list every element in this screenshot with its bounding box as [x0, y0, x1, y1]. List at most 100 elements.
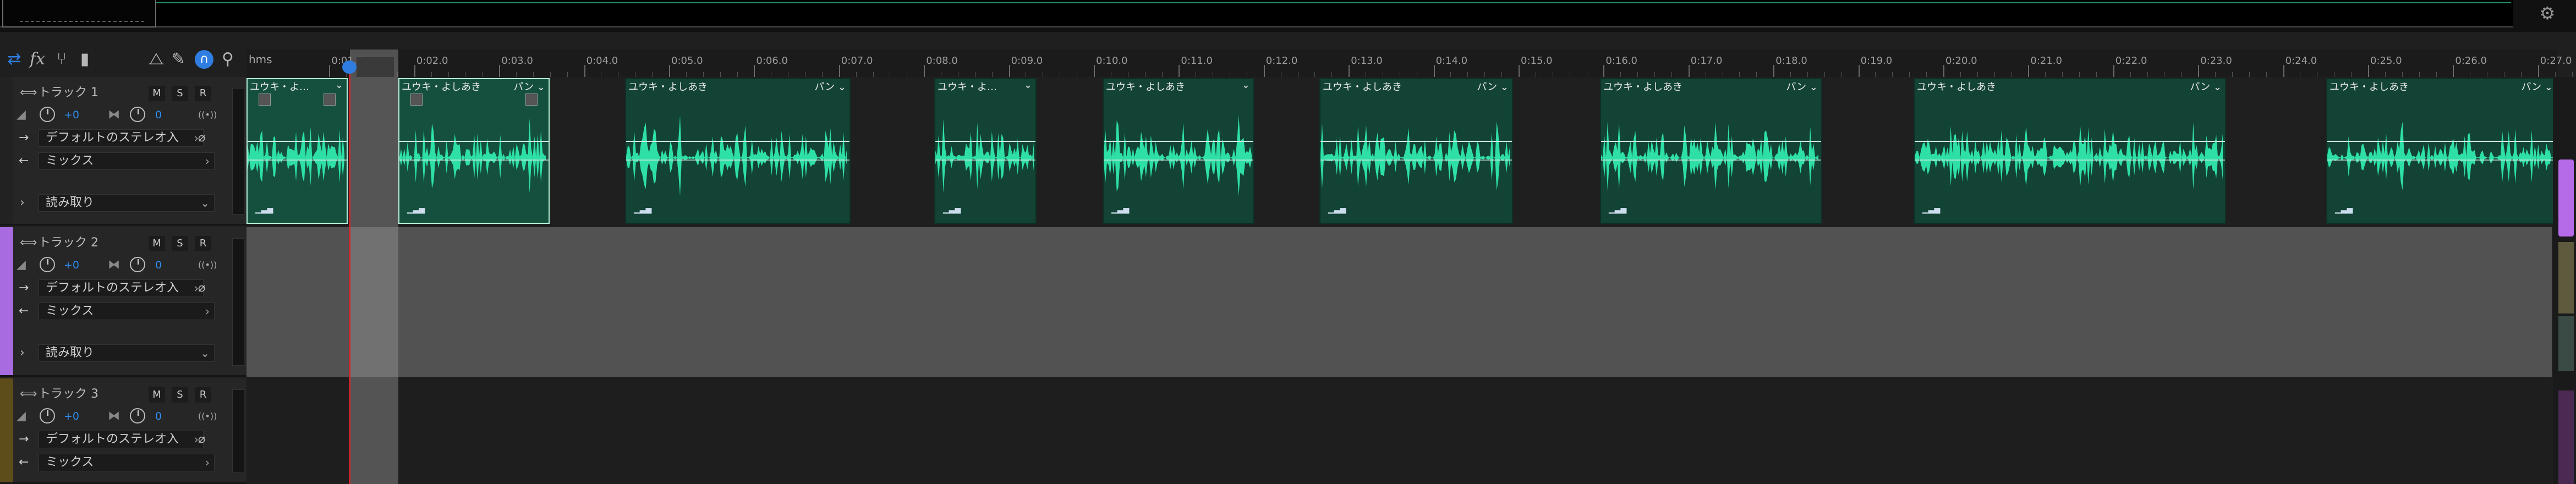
volume-envelope-line[interactable]: [2327, 141, 2556, 142]
volume-envelope-line[interactable]: [1915, 141, 2225, 142]
track-lane-2[interactable]: [246, 227, 2552, 377]
time-selection[interactable]: [350, 50, 398, 484]
audio-clip[interactable]: ユウキ・よしあき パン ⌄ ▁▃▅: [398, 78, 550, 224]
phase-invert-icon[interactable]: ⌀: [198, 429, 205, 450]
pan-knob[interactable]: [130, 257, 145, 272]
drag-handle-icon[interactable]: ⟺: [20, 384, 37, 405]
track-name[interactable]: トラック 3: [39, 384, 98, 405]
branch-icon[interactable]: ⑂: [51, 48, 73, 70]
pan-value[interactable]: 0: [155, 406, 162, 427]
record-button[interactable]: R: [195, 236, 211, 251]
audio-clip[interactable]: ユウキ・よしあき ⌄ ▁▃▅: [1103, 78, 1254, 224]
clip-menu[interactable]: パン ⌄: [1786, 79, 1818, 94]
fade-in-handle-icon[interactable]: [259, 94, 271, 106]
pan-envelope-line[interactable]: [1104, 160, 1253, 161]
track-name[interactable]: トラック 1: [39, 82, 98, 103]
monitor-icon[interactable]: ((•)): [198, 105, 217, 125]
audio-clip[interactable]: ユウキ・よしあき パン ⌄ ▁▃▅: [625, 78, 851, 224]
volume-envelope-line[interactable]: [935, 141, 1035, 142]
volume-envelope-line[interactable]: [1104, 141, 1253, 142]
clip-menu[interactable]: パン ⌄: [814, 79, 846, 94]
clip-menu[interactable]: パン ⌄: [2190, 79, 2222, 94]
volume-value[interactable]: +0: [64, 105, 79, 125]
pan-envelope-line[interactable]: [248, 160, 347, 161]
expand-icon[interactable]: ›: [20, 343, 25, 364]
automation-dropdown[interactable]: 読み取り ⌄: [39, 194, 215, 212]
pan-value[interactable]: 0: [155, 105, 162, 125]
input-dropdown[interactable]: ミックス ›: [39, 152, 215, 170]
mute-button[interactable]: M: [149, 236, 165, 251]
record-button[interactable]: R: [195, 387, 211, 403]
audio-clip[interactable]: ユウキ・よしあき パン ⌄ ▁▃▅: [1914, 78, 2226, 224]
selection-handle[interactable]: [357, 57, 394, 77]
audio-clip[interactable]: ユウキ・よしあき パン ⌄ ▁▃▅: [1600, 78, 1822, 224]
mute-button[interactable]: M: [149, 86, 165, 101]
output-dropdown[interactable]: デフォルトのステレオ入 ›: [39, 129, 204, 147]
pan-envelope-line[interactable]: [2327, 160, 2556, 161]
playhead-cursor[interactable]: [349, 62, 350, 484]
vertical-scrollbar[interactable]: [2553, 77, 2576, 484]
volume-envelope-line[interactable]: [399, 141, 549, 142]
monitor-icon[interactable]: ((•)): [198, 406, 217, 427]
output-dropdown[interactable]: デフォルトのステレオ入 ›: [39, 279, 204, 297]
audio-clip[interactable]: ユウキ・よ… ⌄ ▁▃▅: [934, 78, 1037, 224]
volume-envelope-line[interactable]: [626, 141, 849, 142]
meter-icon[interactable]: ▮: [74, 48, 96, 70]
overview-viewport[interactable]: [2, 0, 156, 28]
phase-invert-icon[interactable]: ⌀: [198, 128, 205, 148]
track-lane-1[interactable]: ユウキ・よ… ⌄ ▁▃▅ ユウキ・よしあき パン ⌄ ▁▃▅ ユウキ・よしあき …: [246, 77, 2557, 226]
volume-value[interactable]: +0: [64, 255, 79, 276]
track-name[interactable]: トラック 2: [39, 233, 98, 254]
loop-icon[interactable]: ⇄: [3, 48, 25, 70]
volume-value[interactable]: +0: [64, 406, 79, 427]
phase-invert-icon[interactable]: ⌀: [198, 278, 205, 299]
audio-clip[interactable]: ユウキ・よしあき パン ⌄ ▁▃▅: [2326, 78, 2557, 224]
input-dropdown[interactable]: ミックス ›: [39, 302, 215, 320]
pan-envelope-line[interactable]: [1601, 160, 1821, 161]
solo-button[interactable]: S: [172, 387, 188, 403]
clip-menu[interactable]: ⌄: [335, 79, 343, 91]
track-header-1[interactable]: ⟺ トラック 1 M S R ◢ +0 ⧓ 0 ((•)) → デフォルトのステ…: [0, 77, 246, 226]
marker-icon[interactable]: ⚲: [217, 48, 239, 70]
track-header-2[interactable]: ⟺ トラック 2 M S R ◢ +0 ⧓ 0 ((•)) → デフォルトのステ…: [0, 227, 246, 377]
zoom-settings-icon[interactable]: ⚙: [2535, 2, 2559, 24]
pan-envelope-line[interactable]: [399, 160, 549, 161]
drag-handle-icon[interactable]: ⟺: [20, 233, 37, 254]
clip-menu[interactable]: パン ⌄: [2521, 79, 2553, 94]
volume-envelope-line[interactable]: [1601, 141, 1821, 142]
volume-knob[interactable]: [40, 408, 55, 424]
pencil-icon[interactable]: ✎: [167, 48, 189, 70]
fade-in-handle-icon[interactable]: [410, 94, 423, 106]
solo-button[interactable]: S: [172, 86, 188, 101]
playhead-handle[interactable]: [342, 61, 357, 74]
pan-knob[interactable]: [130, 107, 145, 122]
fx-icon[interactable]: fx: [26, 48, 48, 70]
solo-button[interactable]: S: [172, 236, 188, 251]
overview-bar[interactable]: ⚙: [0, 0, 2576, 32]
clip-menu[interactable]: ⌄: [1024, 79, 1032, 91]
audio-clip[interactable]: ユウキ・よ… ⌄ ▁▃▅: [246, 78, 348, 224]
clip-menu[interactable]: パン ⌄: [1477, 79, 1509, 94]
pan-envelope-line[interactable]: [1320, 160, 1512, 161]
output-dropdown[interactable]: デフォルトのステレオ入 ›: [39, 431, 204, 448]
pan-value[interactable]: 0: [155, 255, 162, 276]
pan-envelope-line[interactable]: [1915, 160, 2225, 161]
volume-knob[interactable]: [40, 257, 55, 272]
fade-out-handle-icon[interactable]: [525, 94, 538, 106]
record-button[interactable]: R: [195, 86, 211, 101]
pan-envelope-line[interactable]: [935, 160, 1035, 161]
scroll-thumb-track-2[interactable]: [2558, 160, 2574, 237]
input-dropdown[interactable]: ミックス ›: [39, 454, 215, 471]
track-lanes[interactable]: ユウキ・よ… ⌄ ▁▃▅ ユウキ・よしあき パン ⌄ ▁▃▅ ユウキ・よしあき …: [246, 77, 2557, 484]
drag-handle-icon[interactable]: ⟺: [20, 82, 37, 103]
audio-clip[interactable]: ユウキ・よしあき パン ⌄ ▁▃▅: [1319, 78, 1513, 224]
track-lane-3[interactable]: [246, 378, 2552, 484]
snap-icon[interactable]: ∩: [195, 50, 213, 69]
clip-menu[interactable]: ⌄: [1242, 79, 1250, 91]
automation-dropdown[interactable]: 読み取り ⌄: [39, 344, 215, 362]
fade-out-handle-icon[interactable]: [324, 94, 336, 106]
mute-button[interactable]: M: [149, 387, 165, 403]
metronome-icon[interactable]: ⧍: [145, 48, 167, 70]
track-header-3[interactable]: ⟺ トラック 3 M S R ◢ +0 ⧓ 0 ((•)) → デフォルトのステ…: [0, 378, 246, 484]
expand-icon[interactable]: ›: [20, 193, 25, 213]
